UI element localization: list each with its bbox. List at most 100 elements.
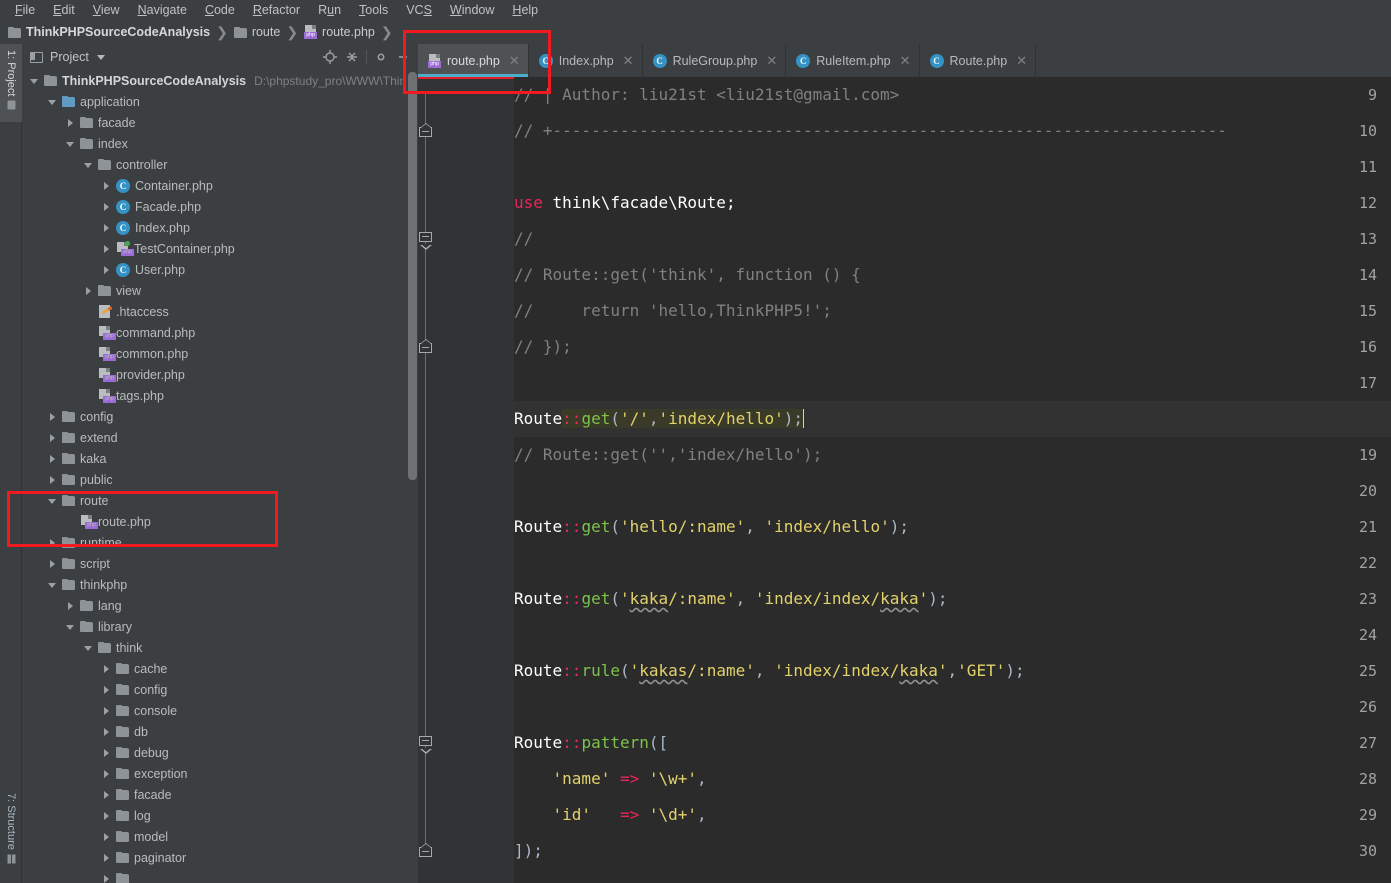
chevron-down-icon[interactable] (30, 76, 40, 86)
close-icon[interactable]: ✕ (623, 53, 634, 69)
tree-node-common-php[interactable]: phpcommon.php (22, 343, 418, 364)
fold-toggle-icon[interactable] (419, 844, 432, 857)
chevron-right-icon[interactable] (102, 748, 112, 758)
tree-node-tags-php[interactable]: phptags.php (22, 385, 418, 406)
chevron-right-icon[interactable] (48, 412, 58, 422)
code-line-12[interactable]: use think\facade\Route; (514, 185, 736, 221)
editor-tab-rulegroup-php[interactable]: CRuleGroup.php✕ (643, 44, 787, 77)
chevron-down-icon[interactable] (97, 55, 105, 60)
chevron-down-icon[interactable] (84, 160, 94, 170)
menu-item-navigate[interactable]: Navigate (129, 1, 196, 19)
chevron-right-icon[interactable] (48, 454, 58, 464)
menu-item-code[interactable]: Code (196, 1, 244, 19)
tree-node-command-php[interactable]: phpcommand.php (22, 322, 418, 343)
chevron-right-icon[interactable] (48, 475, 58, 485)
editor-tab-ruleitem-php[interactable]: CRuleItem.php✕ (786, 44, 919, 77)
hide-panel-icon[interactable] (392, 46, 414, 68)
tree-node-runtime[interactable]: runtime (22, 532, 418, 553)
tree-node-index-php[interactable]: CIndex.php (22, 217, 418, 238)
code-editor[interactable]: 9101112131415161718192021222324252627282… (418, 77, 1391, 883)
tree-node-paginator[interactable]: paginator (22, 847, 418, 868)
tree-node-model[interactable]: model (22, 826, 418, 847)
chevron-right-icon[interactable] (102, 685, 112, 695)
tree-node-lang[interactable]: lang (22, 595, 418, 616)
code-line-9[interactable]: // | Author: liu21st <liu21st@gmail.com> (514, 77, 899, 113)
close-icon[interactable]: ✕ (766, 53, 777, 69)
fold-toggle-icon[interactable] (419, 124, 432, 137)
tree-node-route-php[interactable]: phproute.php (22, 511, 418, 532)
tree-node-thinkphpsourcecodeanalysis[interactable]: ThinkPHPSourceCodeAnalysisD:\phpstudy_pr… (22, 70, 418, 91)
chevron-down-icon[interactable] (66, 139, 76, 149)
tree-node-testcontainer-php[interactable]: phpTestContainer.php (22, 238, 418, 259)
fold-toggle-icon[interactable] (419, 340, 432, 353)
collapse-all-icon[interactable] (341, 46, 363, 68)
close-icon[interactable]: ✕ (1016, 53, 1027, 69)
tree-node-config[interactable]: config (22, 406, 418, 427)
code-line-10[interactable]: // +------------------------------------… (514, 113, 1227, 149)
code-line-23[interactable]: Route::get('kaka/:name', 'index/index/ka… (514, 581, 948, 617)
tool-window-button-structure[interactable]: 7: Structure (0, 787, 22, 883)
tree-node-console[interactable]: console (22, 700, 418, 721)
chevron-right-icon[interactable] (48, 538, 58, 548)
chevron-right-icon[interactable] (102, 664, 112, 674)
chevron-right-icon[interactable] (102, 181, 112, 191)
chevron-right-icon[interactable] (102, 769, 112, 779)
chevron-down-icon[interactable] (48, 496, 58, 506)
tool-window-button-project[interactable]: 1: Project (0, 44, 22, 122)
gear-icon[interactable] (370, 46, 392, 68)
editor-tab-route-php[interactable]: CRoute.php✕ (920, 44, 1037, 77)
chevron-right-icon[interactable] (102, 832, 112, 842)
menu-item-help[interactable]: Help (503, 1, 547, 19)
chevron-right-icon[interactable] (102, 811, 112, 821)
code-line-15[interactable]: // return 'hello,ThinkPHP5!'; (514, 293, 832, 329)
locate-target-icon[interactable] (319, 46, 341, 68)
tree-node-kaka[interactable]: kaka (22, 448, 418, 469)
chevron-right-icon[interactable] (102, 790, 112, 800)
code-line-28[interactable]: 'name' => '\w+', (514, 761, 707, 797)
code-line-29[interactable]: 'id' => '\d+', (514, 797, 707, 833)
menu-item-edit[interactable]: Edit (44, 1, 84, 19)
tree-node-public[interactable]: public (22, 469, 418, 490)
tree-node-container-php[interactable]: CContainer.php (22, 175, 418, 196)
code-line-19[interactable]: // Route::get('','index/hello'); (514, 437, 822, 473)
code-text[interactable]: // | Author: liu21st <liu21st@gmail.com>… (514, 77, 1391, 883)
chevron-right-icon[interactable] (102, 202, 112, 212)
chevron-right-icon[interactable] (102, 706, 112, 716)
tree-node-view[interactable]: view (22, 280, 418, 301)
menu-item-run[interactable]: Run (309, 1, 350, 19)
tree-node-route[interactable]: route (22, 490, 418, 511)
code-folding-rail[interactable] (498, 77, 514, 883)
tree-node-db[interactable]: db (22, 721, 418, 742)
tree-node-log[interactable]: log (22, 805, 418, 826)
code-line-21[interactable]: Route::get('hello/:name', 'index/hello')… (514, 509, 909, 545)
chevron-right-icon[interactable] (102, 244, 112, 254)
tree-node--htaccess[interactable]: .htaccess (22, 301, 418, 322)
chevron-down-icon[interactable] (48, 580, 58, 590)
tree-node-controller[interactable]: controller (22, 154, 418, 175)
chevron-right-icon[interactable] (102, 223, 112, 233)
tree-node-config[interactable]: config (22, 679, 418, 700)
breadcrumb-item-1[interactable]: route (234, 25, 285, 39)
code-line-30[interactable]: ]); (514, 833, 543, 869)
close-icon[interactable]: ✕ (900, 53, 911, 69)
chevron-right-icon[interactable] (102, 874, 112, 883)
menu-item-view[interactable]: View (84, 1, 129, 19)
chevron-right-icon[interactable] (102, 727, 112, 737)
tree-node-exception[interactable]: exception (22, 763, 418, 784)
menu-item-refactor[interactable]: Refactor (244, 1, 309, 19)
editor-tab-index-php[interactable]: CIndex.php✕ (529, 44, 643, 77)
tree-node-facade-php[interactable]: CFacade.php (22, 196, 418, 217)
tree-node-facade[interactable]: facade (22, 112, 418, 133)
tree-node-item[interactable] (22, 868, 418, 883)
editor-tab-route-php[interactable]: phproute.php✕ (418, 44, 529, 77)
tree-node-thinkphp[interactable]: thinkphp (22, 574, 418, 595)
code-line-14[interactable]: // Route::get('think', function () { (514, 257, 861, 293)
tree-node-library[interactable]: library (22, 616, 418, 637)
fold-toggle-icon[interactable] (419, 736, 432, 749)
menu-item-file[interactable]: File (6, 1, 44, 19)
project-scrollbar[interactable] (408, 72, 417, 480)
chevron-down-icon[interactable] (84, 643, 94, 653)
chevron-down-icon[interactable] (48, 97, 58, 107)
chevron-right-icon[interactable] (66, 601, 76, 611)
chevron-right-icon[interactable] (48, 559, 58, 569)
